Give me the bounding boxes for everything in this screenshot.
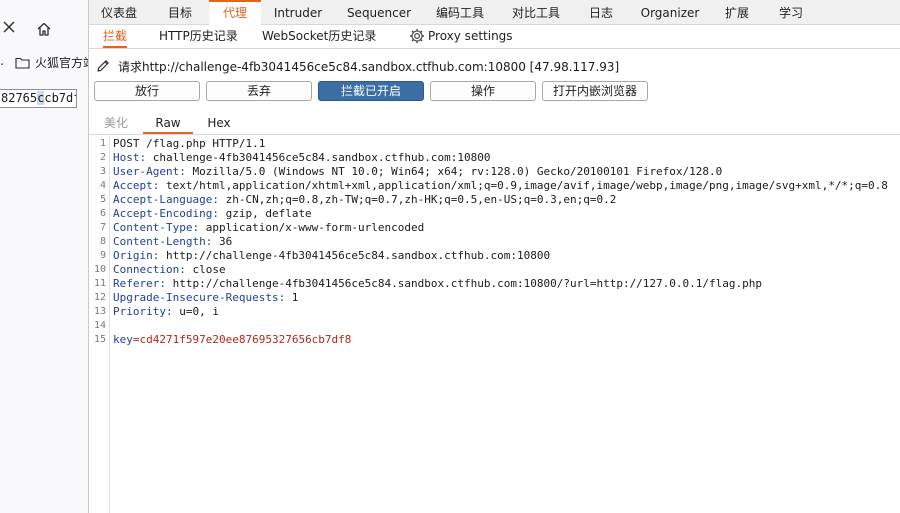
header-value: 36 [212, 235, 233, 248]
line-number: 15 [93, 334, 106, 345]
header-name: Referer: [113, 277, 166, 290]
folder-icon[interactable] [15, 57, 30, 69]
browser-text-field[interactable]: 82765ccb7df8 [0, 89, 77, 108]
header-value: Mozilla/5.0 (Windows NT 10.0; Win64; x64… [185, 165, 723, 178]
header-line: Connection: close [113, 263, 226, 277]
header-line: Content-Type: application/x-www-form-url… [113, 221, 424, 235]
tab-raw[interactable]: Raw [143, 113, 193, 134]
header-name: Priority: [113, 305, 173, 318]
forward-button[interactable]: 放行 [94, 81, 200, 101]
header-line: Content-Length: 36 [113, 235, 232, 249]
line-number: 2 [99, 152, 106, 163]
tab-decoder[interactable]: 编码工具 [431, 0, 489, 24]
url-suffix-text: cb7df8 [44, 91, 76, 105]
burp-suite-window: 仪表盘 目标 代理 Intruder Sequencer 编码工具 对比工具 日… [89, 0, 900, 513]
message-view-tabs: 美化 Raw Hex [89, 113, 900, 135]
drop-button[interactable]: 丢弃 [206, 81, 312, 101]
tab-websocket-history[interactable]: WebSocket历史记录 [262, 25, 376, 48]
tab-comparer[interactable]: 对比工具 [507, 0, 565, 24]
header-value: http://challenge-4fb3041456ce5c84.sandbo… [159, 249, 551, 262]
header-name: Host: [113, 151, 147, 164]
header-name: Upgrade-Insecure-Requests: [113, 291, 286, 304]
body-line: key=cd4271f597e20ee87695327656cb7df8 [113, 333, 351, 347]
request-target-info: 请求http://challenge-4fb3041456ce5c84.sand… [118, 60, 620, 74]
line-number: 12 [93, 292, 106, 303]
header-line: Origin: http://challenge-4fb3041456ce5c8… [113, 249, 550, 263]
tab-logger[interactable]: 日志 [585, 0, 617, 24]
proxy-sub-tab-bar: 拦截 HTTP历史记录 WebSocket历史记录 Proxy settings [89, 25, 900, 49]
header-value: close [185, 263, 226, 276]
tab-extensions[interactable]: 扩展 [721, 0, 753, 24]
tab-proxy[interactable]: 代理 [209, 0, 261, 25]
header-name: Connection: [113, 263, 186, 276]
tab-organizer[interactable]: Organizer [637, 0, 703, 24]
header-line: Host: challenge-4fb3041456ce5c84.sandbox… [113, 151, 491, 165]
header-name: Accept-Encoding: [113, 207, 219, 220]
header-value: http://challenge-4fb3041456ce5c84.sandbo… [165, 277, 763, 290]
tab-pretty[interactable]: 美化 [103, 113, 129, 134]
request-editor[interactable]: 1 2 3 4 5 6 7 8 9 10 11 12 13 14 15 POST… [89, 136, 900, 513]
line-number: 10 [93, 264, 106, 275]
header-name: Accept-Language: [113, 193, 219, 206]
open-browser-button[interactable]: 打开内嵌浏览器 [542, 81, 648, 101]
header-line: Upgrade-Insecure-Requests: 1 [113, 291, 298, 305]
tab-intruder[interactable]: Intruder [269, 0, 327, 24]
header-value: application/x-www-form-urlencoded [199, 221, 425, 234]
tab-dashboard[interactable]: 仪表盘 [94, 0, 144, 24]
bookmark-firefox-official[interactable]: 火狐官方站 [35, 54, 88, 71]
header-name: Content-Length: [113, 235, 213, 248]
browser-side-panel: . 火狐官方站 82765ccb7df8 [0, 0, 89, 513]
line-number: 13 [93, 306, 106, 317]
header-value: zh-CN,zh;q=0.8,zh-TW;q=0.7,zh-HK;q=0.5,e… [218, 193, 617, 206]
line-number-gutter: 1 2 3 4 5 6 7 8 9 10 11 12 13 14 15 [89, 136, 110, 513]
line-number: 3 [99, 166, 106, 177]
header-line: Accept-Encoding: gzip, deflate [113, 207, 312, 221]
tab-hex[interactable]: Hex [205, 113, 233, 134]
header-line: Accept: text/html,application/xhtml+xml,… [113, 179, 888, 193]
header-name: Accept: [113, 179, 160, 192]
bookmark-overflow: . [0, 54, 5, 69]
header-line: Priority: u=0, i [113, 305, 219, 319]
line-number: 8 [99, 236, 106, 247]
gear-icon[interactable] [409, 28, 425, 44]
tab-sequencer[interactable]: Sequencer [341, 0, 417, 24]
line-number: 1 [99, 138, 106, 149]
param-key: key [113, 333, 133, 346]
line-number: 6 [99, 208, 106, 219]
param-equals: = [132, 333, 140, 346]
close-icon[interactable] [2, 20, 16, 34]
tab-http-history[interactable]: HTTP历史记录 [159, 25, 238, 48]
request-line: POST /flag.php HTTP/1.1 [113, 137, 265, 151]
action-button[interactable]: 操作 [430, 81, 536, 101]
line-number: 5 [99, 194, 106, 205]
header-value: u=0, i [172, 305, 219, 318]
line-number: 7 [99, 222, 106, 233]
header-value: 1 [285, 291, 299, 304]
header-value: gzip, deflate [218, 207, 312, 220]
tab-intercept[interactable]: 拦截 [103, 25, 128, 48]
proxy-settings-link[interactable]: Proxy settings [428, 25, 513, 48]
line-number: 11 [93, 278, 106, 289]
tab-learn[interactable]: 学习 [775, 0, 807, 24]
header-line: Referer: http://challenge-4fb3041456ce5c… [113, 277, 762, 291]
header-value: text/html,application/xhtml+xml,applicat… [159, 179, 888, 192]
header-name: Origin: [113, 249, 160, 262]
param-value: cd4271f597e20ee87695327656cb7df8 [139, 333, 352, 346]
header-value: challenge-4fb3041456ce5c84.sandbox.ctfhu… [146, 151, 491, 164]
request-line-text: POST /flag.php HTTP/1.1 [113, 137, 266, 150]
line-number: 14 [93, 320, 106, 331]
tab-target[interactable]: 目标 [159, 0, 201, 24]
url-prefix-text: 82765 [1, 91, 38, 105]
home-icon[interactable] [36, 21, 52, 37]
header-name: Content-Type: [113, 221, 200, 234]
header-line: User-Agent: Mozilla/5.0 (Windows NT 10.0… [113, 165, 722, 179]
line-number: 4 [99, 180, 106, 191]
header-line: Accept-Language: zh-CN,zh;q=0.8,zh-TW;q=… [113, 193, 616, 207]
top-tab-bar: 仪表盘 目标 代理 Intruder Sequencer 编码工具 对比工具 日… [89, 0, 900, 25]
intercept-toggle-button[interactable]: 拦截已开启 [318, 81, 424, 101]
line-number: 9 [99, 250, 106, 261]
header-name: User-Agent: [113, 165, 186, 178]
pencil-icon[interactable] [95, 58, 111, 74]
